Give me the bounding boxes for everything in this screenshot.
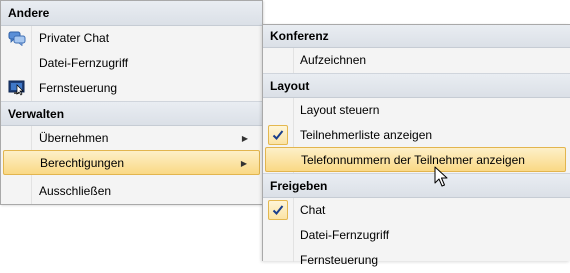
section-header-layout: Layout [263, 73, 570, 98]
menu-item-label: Privater Chat [39, 31, 110, 45]
submenu-arrow-icon: ▶ [241, 134, 248, 143]
menu-item-aufzeichnen[interactable]: Aufzeichnen [263, 48, 570, 73]
section-header-freigeben: Freigeben [263, 173, 570, 198]
menu-item-telefonnummern-anzeigen[interactable]: Telefonnummern der Teilnehmer anzeigen [265, 147, 566, 172]
menu-item-label: Ausschließen [39, 184, 112, 198]
menu-item-label: Fernsteuerung [39, 81, 118, 95]
section-header-verwalten: Verwalten [1, 101, 262, 126]
menu-item-label: Berechtigungen [40, 156, 125, 170]
context-menu-participant: Andere Privater Chat Datei-Fernzugriff F… [0, 0, 263, 205]
menu-item-teilnehmerliste-anzeigen[interactable]: Teilnehmerliste anzeigen [263, 123, 570, 148]
checkmark-icon [268, 125, 288, 145]
menu-item-layout-steuern[interactable]: Layout steuern [263, 98, 570, 123]
checkmark-icon [268, 200, 288, 220]
section-header-andere: Andere [1, 1, 262, 26]
chat-bubbles-icon [8, 30, 26, 47]
menu-item-privater-chat[interactable]: Privater Chat [1, 26, 262, 51]
menu-item-label: Teilnehmerliste anzeigen [300, 128, 433, 142]
submenu-arrow-icon: ▶ [240, 159, 247, 168]
menu-item-berechtigungen[interactable]: Berechtigungen ▶ [3, 150, 260, 175]
menu-item-label: Datei-Fernzugriff [300, 228, 390, 242]
section-header-konferenz: Konferenz [263, 25, 570, 48]
submenu-berechtigungen: Konferenz Aufzeichnen Layout Layout steu… [262, 24, 570, 267]
menu-item-fernsteuerung[interactable]: Fernsteuerung [1, 76, 262, 101]
menu-item-label: Datei-Fernzugriff [39, 56, 129, 70]
mouse-pointer-icon [434, 166, 448, 187]
menu-item-datei-fernzugriff[interactable]: Datei-Fernzugriff [263, 223, 570, 248]
menu-item-label: Telefonnummern der Teilnehmer anzeigen [301, 153, 525, 167]
menu-item-uebernehmen[interactable]: Übernehmen ▶ [1, 126, 262, 151]
menu-item-label: Layout steuern [300, 103, 380, 117]
menu-item-chat[interactable]: Chat [263, 198, 570, 223]
menu-item-label: Aufzeichnen [300, 53, 367, 67]
remote-control-icon [8, 80, 26, 96]
menu-item-datei-fernzugriff[interactable]: Datei-Fernzugriff [1, 51, 262, 76]
menu-item-label: Übernehmen [39, 131, 109, 145]
menu-item-label: Chat [300, 203, 326, 217]
menu-item-ausschliessen[interactable]: Ausschließen [1, 179, 262, 204]
